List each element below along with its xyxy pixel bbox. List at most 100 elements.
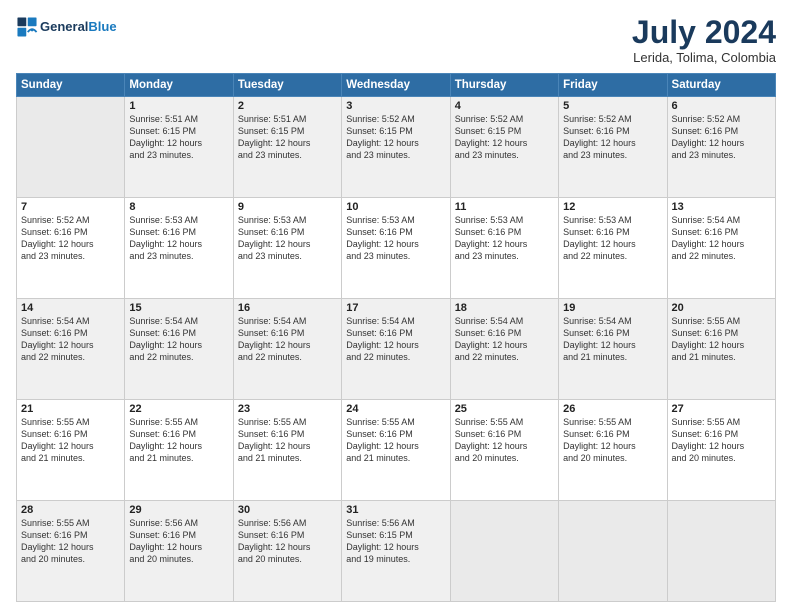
day-number: 25 (455, 403, 554, 415)
calendar-day-cell: 23Sunrise: 5:55 AMSunset: 6:16 PMDayligh… (233, 400, 341, 501)
calendar-day-cell: 10Sunrise: 5:53 AMSunset: 6:16 PMDayligh… (342, 198, 450, 299)
calendar-day-cell: 28Sunrise: 5:55 AMSunset: 6:16 PMDayligh… (17, 501, 125, 602)
calendar-day-cell: 22Sunrise: 5:55 AMSunset: 6:16 PMDayligh… (125, 400, 233, 501)
day-number: 18 (455, 302, 554, 314)
calendar-day-cell: 27Sunrise: 5:55 AMSunset: 6:16 PMDayligh… (667, 400, 775, 501)
day-info: Sunrise: 5:52 AMSunset: 6:16 PMDaylight:… (563, 113, 662, 162)
day-number: 20 (672, 302, 771, 314)
calendar-day-cell: 1Sunrise: 5:51 AMSunset: 6:15 PMDaylight… (125, 97, 233, 198)
day-info: Sunrise: 5:55 AMSunset: 6:16 PMDaylight:… (672, 416, 771, 465)
calendar-day-cell: 8Sunrise: 5:53 AMSunset: 6:16 PMDaylight… (125, 198, 233, 299)
calendar-day-cell (450, 501, 558, 602)
day-info: Sunrise: 5:54 AMSunset: 6:16 PMDaylight:… (455, 315, 554, 364)
day-info: Sunrise: 5:54 AMSunset: 6:16 PMDaylight:… (672, 214, 771, 263)
day-number: 27 (672, 403, 771, 415)
calendar-day-cell: 26Sunrise: 5:55 AMSunset: 6:16 PMDayligh… (559, 400, 667, 501)
day-info: Sunrise: 5:53 AMSunset: 6:16 PMDaylight:… (563, 214, 662, 263)
day-number: 30 (238, 504, 337, 516)
calendar-day-cell: 30Sunrise: 5:56 AMSunset: 6:16 PMDayligh… (233, 501, 341, 602)
day-info: Sunrise: 5:52 AMSunset: 6:15 PMDaylight:… (455, 113, 554, 162)
calendar-day-cell: 11Sunrise: 5:53 AMSunset: 6:16 PMDayligh… (450, 198, 558, 299)
day-number: 2 (238, 100, 337, 112)
calendar-day-cell: 5Sunrise: 5:52 AMSunset: 6:16 PMDaylight… (559, 97, 667, 198)
weekday-header-wednesday: Wednesday (342, 74, 450, 97)
calendar-day-cell: 9Sunrise: 5:53 AMSunset: 6:16 PMDaylight… (233, 198, 341, 299)
page: GeneralBlue July 2024 Lerida, Tolima, Co… (0, 0, 792, 612)
day-info: Sunrise: 5:55 AMSunset: 6:16 PMDaylight:… (455, 416, 554, 465)
location-text: Lerida, Tolima, Colombia (632, 50, 776, 65)
day-info: Sunrise: 5:54 AMSunset: 6:16 PMDaylight:… (129, 315, 228, 364)
day-number: 17 (346, 302, 445, 314)
weekday-header-sunday: Sunday (17, 74, 125, 97)
logo: GeneralBlue (16, 16, 117, 38)
calendar-day-cell: 14Sunrise: 5:54 AMSunset: 6:16 PMDayligh… (17, 299, 125, 400)
day-number: 10 (346, 201, 445, 213)
day-number: 6 (672, 100, 771, 112)
day-info: Sunrise: 5:54 AMSunset: 6:16 PMDaylight:… (21, 315, 120, 364)
day-info: Sunrise: 5:53 AMSunset: 6:16 PMDaylight:… (129, 214, 228, 263)
calendar-day-cell: 4Sunrise: 5:52 AMSunset: 6:15 PMDaylight… (450, 97, 558, 198)
weekday-header-monday: Monday (125, 74, 233, 97)
calendar-day-cell (559, 501, 667, 602)
calendar-day-cell: 18Sunrise: 5:54 AMSunset: 6:16 PMDayligh… (450, 299, 558, 400)
day-info: Sunrise: 5:55 AMSunset: 6:16 PMDaylight:… (563, 416, 662, 465)
calendar-day-cell: 15Sunrise: 5:54 AMSunset: 6:16 PMDayligh… (125, 299, 233, 400)
day-number: 19 (563, 302, 662, 314)
day-info: Sunrise: 5:55 AMSunset: 6:16 PMDaylight:… (21, 517, 120, 566)
day-number: 23 (238, 403, 337, 415)
day-info: Sunrise: 5:53 AMSunset: 6:16 PMDaylight:… (455, 214, 554, 263)
calendar-day-cell: 25Sunrise: 5:55 AMSunset: 6:16 PMDayligh… (450, 400, 558, 501)
month-year-title: July 2024 (632, 16, 776, 48)
calendar-day-cell: 29Sunrise: 5:56 AMSunset: 6:16 PMDayligh… (125, 501, 233, 602)
weekday-header-row: SundayMondayTuesdayWednesdayThursdayFrid… (17, 74, 776, 97)
day-info: Sunrise: 5:54 AMSunset: 6:16 PMDaylight:… (238, 315, 337, 364)
weekday-header-saturday: Saturday (667, 74, 775, 97)
weekday-header-friday: Friday (559, 74, 667, 97)
calendar-week-row: 21 Sunrise: 5:55 AMSunset: 6:16 PMDayligh… (17, 400, 776, 501)
day-info: Sunrise: 5:54 AMSunset: 6:16 PMDaylight:… (563, 315, 662, 364)
calendar-day-cell: 16Sunrise: 5:54 AMSunset: 6:16 PMDayligh… (233, 299, 341, 400)
weekday-header-thursday: Thursday (450, 74, 558, 97)
day-number: 11 (455, 201, 554, 213)
day-info: Sunrise: 5:56 AMSunset: 6:16 PMDaylight:… (238, 517, 337, 566)
calendar-day-cell: 7Sunrise: 5:52 AMSunset: 6:16 PMDaylight… (17, 198, 125, 299)
day-info: Sunrise: 5:56 AMSunset: 6:16 PMDaylight:… (129, 517, 228, 566)
title-area: July 2024 Lerida, Tolima, Colombia (632, 16, 776, 65)
calendar-day-cell: 19Sunrise: 5:54 AMSunset: 6:16 PMDayligh… (559, 299, 667, 400)
day-number: 14 (21, 302, 120, 314)
day-number: 4 (455, 100, 554, 112)
day-info: Sunrise: 5:52 AMSunset: 6:15 PMDaylight:… (346, 113, 445, 162)
header: GeneralBlue July 2024 Lerida, Tolima, Co… (16, 16, 776, 65)
day-info: Sunrise: 5:55 AMSunset: 6:16 PMDaylight:… (672, 315, 771, 364)
calendar-day-cell: 31Sunrise: 5:56 AMSunset: 6:15 PMDayligh… (342, 501, 450, 602)
day-info: Sunrise: 5:55 AMSunset: 6:16 PMDaylight:… (129, 416, 228, 465)
day-number: 21 (21, 403, 120, 415)
calendar-week-row: 7Sunrise: 5:52 AMSunset: 6:16 PMDaylight… (17, 198, 776, 299)
day-number: 13 (672, 201, 771, 213)
calendar-day-cell: 12Sunrise: 5:53 AMSunset: 6:16 PMDayligh… (559, 198, 667, 299)
calendar-day-cell: 13Sunrise: 5:54 AMSunset: 6:16 PMDayligh… (667, 198, 775, 299)
day-info: Sunrise: 5:54 AMSunset: 6:16 PMDaylight:… (346, 315, 445, 364)
day-number: 8 (129, 201, 228, 213)
day-number: 3 (346, 100, 445, 112)
day-number: 22 (129, 403, 228, 415)
day-info: Sunrise: 5:51 AMSunset: 6:15 PMDaylight:… (238, 113, 337, 162)
day-number: 1 (129, 100, 228, 112)
day-number: 16 (238, 302, 337, 314)
day-number: 28 (21, 504, 120, 516)
day-number: 7 (21, 201, 120, 213)
calendar-week-row: 1Sunrise: 5:51 AMSunset: 6:15 PMDaylight… (17, 97, 776, 198)
day-info: Sunrise: 5:51 AMSunset: 6:15 PMDaylight:… (129, 113, 228, 162)
logo-text: GeneralBlue (40, 20, 117, 34)
day-number: 5 (563, 100, 662, 112)
day-info: Sunrise: 5:56 AMSunset: 6:15 PMDaylight:… (346, 517, 445, 566)
calendar-day-cell (667, 501, 775, 602)
day-info: Sunrise: 5:53 AMSunset: 6:16 PMDaylight:… (346, 214, 445, 263)
calendar-day-cell: 3Sunrise: 5:52 AMSunset: 6:15 PMDaylight… (342, 97, 450, 198)
weekday-header-tuesday: Tuesday (233, 74, 341, 97)
calendar-day-cell (17, 97, 125, 198)
day-info: Sunrise: 5:55 AMSunset: 6:16 PMDaylight:… (238, 416, 337, 465)
calendar-week-row: 14Sunrise: 5:54 AMSunset: 6:16 PMDayligh… (17, 299, 776, 400)
calendar-day-cell: 2Sunrise: 5:51 AMSunset: 6:15 PMDaylight… (233, 97, 341, 198)
day-number: 29 (129, 504, 228, 516)
